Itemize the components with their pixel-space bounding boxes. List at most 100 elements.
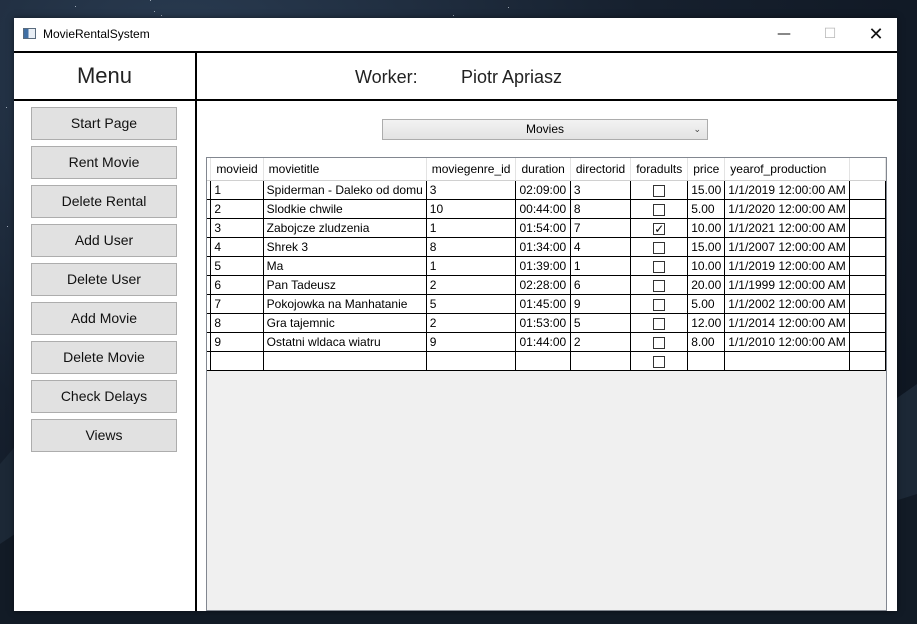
- new-row-placeholder[interactable]: [207, 351, 886, 371]
- cell-yearof-production[interactable]: [724, 351, 850, 371]
- cell-foradults[interactable]: [630, 256, 689, 276]
- cell-foradults[interactable]: [630, 275, 689, 295]
- cell-yearof-production[interactable]: 1/1/2002 12:00:00 AM: [724, 294, 850, 314]
- cell-duration[interactable]: 00:44:00: [515, 199, 571, 219]
- cell-duration[interactable]: 02:28:00: [515, 275, 571, 295]
- add-movie-button[interactable]: Add Movie: [31, 302, 177, 335]
- table-row[interactable]: 4 Shrek 3 8 01:34:00 4 15.00 1/1/2007 12:00:00…: [207, 237, 886, 257]
- cell-yearof-production[interactable]: 1/1/2021 12:00:00 AM: [724, 218, 850, 238]
- column-header-directorid[interactable]: directorid: [570, 158, 632, 181]
- foradults-checkbox[interactable]: ✓: [653, 222, 666, 235]
- cell-yearof-production[interactable]: 1/1/2019 12:00:00 AM: [724, 256, 850, 276]
- cell-moviegenre-id[interactable]: 1: [426, 256, 517, 276]
- column-header-duration[interactable]: duration: [515, 158, 571, 181]
- cell-duration[interactable]: 01:45:00: [515, 294, 571, 314]
- cell-duration[interactable]: 01:39:00: [515, 256, 571, 276]
- cell-directorid[interactable]: 2: [570, 332, 632, 352]
- cell-moviegenre-id[interactable]: 9: [426, 332, 517, 352]
- cell-movietitle[interactable]: Shrek 3: [263, 237, 427, 257]
- cell-directorid[interactable]: 5: [570, 313, 632, 333]
- cell-price[interactable]: 12.00: [687, 313, 726, 333]
- title-bar[interactable]: MovieRentalSystem — ☐ ✕: [14, 18, 897, 51]
- foradults-checkbox[interactable]: [653, 298, 666, 311]
- cell-yearof-production[interactable]: 1/1/2010 12:00:00 AM: [724, 332, 850, 352]
- cell-directorid[interactable]: 7: [570, 218, 632, 238]
- cell-foradults[interactable]: [630, 294, 689, 314]
- cell-duration[interactable]: 02:09:00: [515, 180, 571, 200]
- foradults-checkbox[interactable]: [653, 279, 666, 292]
- cell-movieid[interactable]: 9: [210, 332, 264, 352]
- cell-duration[interactable]: 01:44:00: [515, 332, 571, 352]
- cell-movieid[interactable]: 8: [210, 313, 264, 333]
- cell-foradults[interactable]: [630, 332, 689, 352]
- cell-moviegenre-id[interactable]: [426, 351, 517, 371]
- column-header-movieid[interactable]: movieid: [210, 158, 264, 181]
- cell-price[interactable]: 5.00: [687, 294, 726, 314]
- foradults-checkbox[interactable]: [653, 260, 666, 273]
- cell-price[interactable]: 8.00: [687, 332, 726, 352]
- table-row[interactable]: 2 Slodkie chwile 10 00:44:00 8 5.00 1/1/2020 1…: [207, 199, 886, 219]
- cell-duration[interactable]: 01:34:00: [515, 237, 571, 257]
- cell-moviegenre-id[interactable]: 8: [426, 237, 517, 257]
- cell-movieid[interactable]: 5: [210, 256, 264, 276]
- cell-movieid[interactable]: 7: [210, 294, 264, 314]
- delete-movie-button[interactable]: Delete Movie: [31, 341, 177, 374]
- table-row[interactable]: 1 Spiderman - Daleko od domu 3 02:09:00 3 15.…: [207, 180, 886, 200]
- cell-duration[interactable]: 01:54:00: [515, 218, 571, 238]
- cell-movietitle[interactable]: Slodkie chwile: [263, 199, 427, 219]
- column-header-movietitle[interactable]: movietitle: [263, 158, 427, 181]
- cell-directorid[interactable]: [570, 351, 632, 371]
- cell-directorid[interactable]: 9: [570, 294, 632, 314]
- add-user-button[interactable]: Add User: [31, 224, 177, 257]
- cell-movieid[interactable]: 1: [210, 180, 264, 200]
- cell-directorid[interactable]: 8: [570, 199, 632, 219]
- cell-movietitle[interactable]: [263, 351, 427, 371]
- movies-data-grid[interactable]: movieid movietitle moviegenre_id duratio…: [206, 157, 887, 611]
- cell-foradults[interactable]: ✓: [630, 218, 689, 238]
- cell-movieid[interactable]: 4: [210, 237, 264, 257]
- cell-duration[interactable]: 01:53:00: [515, 313, 571, 333]
- cell-yearof-production[interactable]: 1/1/2019 12:00:00 AM: [724, 180, 850, 200]
- cell-movietitle[interactable]: Pokojowka na Manhatanie: [263, 294, 427, 314]
- cell-price[interactable]: 15.00: [687, 237, 726, 257]
- table-row[interactable]: 7 Pokojowka na Manhatanie 5 01:45:00 9 5.00 1/…: [207, 294, 886, 314]
- check-delays-button[interactable]: Check Delays: [31, 380, 177, 413]
- table-row[interactable]: 9 Ostatni wldaca wiatru 9 01:44:00 2 8.00 1/1/…: [207, 332, 886, 352]
- rent-movie-button[interactable]: Rent Movie: [31, 146, 177, 179]
- table-row[interactable]: 3 Zabojcze zludzenia 1 01:54:00 7 ✓ 10.00 1/1/2…: [207, 218, 886, 238]
- cell-movieid[interactable]: [210, 351, 264, 371]
- cell-movieid[interactable]: 3: [210, 218, 264, 238]
- table-row[interactable]: 5 Ma 1 01:39:00 1 10.00 1/1/2019 12:00:00 AM: [207, 256, 886, 276]
- cell-foradults[interactable]: [630, 199, 689, 219]
- cell-price[interactable]: 5.00: [687, 199, 726, 219]
- foradults-checkbox[interactable]: [653, 241, 666, 254]
- foradults-checkbox[interactable]: [653, 336, 666, 349]
- cell-foradults[interactable]: [630, 313, 689, 333]
- cell-foradults[interactable]: [630, 237, 689, 257]
- table-select-dropdown[interactable]: Movies ⌄: [382, 119, 708, 140]
- maximize-button[interactable]: ☐: [807, 18, 853, 51]
- delete-rental-button[interactable]: Delete Rental: [31, 185, 177, 218]
- cell-price[interactable]: 15.00: [687, 180, 726, 200]
- start-page-button[interactable]: Start Page: [31, 107, 177, 140]
- cell-moviegenre-id[interactable]: 3: [426, 180, 517, 200]
- cell-moviegenre-id[interactable]: 10: [426, 199, 517, 219]
- cell-movietitle[interactable]: Zabojcze zludzenia: [263, 218, 427, 238]
- cell-moviegenre-id[interactable]: 5: [426, 294, 517, 314]
- close-button[interactable]: ✕: [853, 18, 899, 51]
- table-row[interactable]: 8 Gra tajemnic 2 01:53:00 5 12.00 1/1/2014 12:…: [207, 313, 886, 333]
- cell-duration[interactable]: [515, 351, 571, 371]
- column-header-foradults[interactable]: foradults: [630, 158, 689, 181]
- cell-price[interactable]: 10.00: [687, 256, 726, 276]
- cell-moviegenre-id[interactable]: 2: [426, 275, 517, 295]
- cell-price[interactable]: 10.00: [687, 218, 726, 238]
- cell-foradults[interactable]: [630, 351, 689, 371]
- minimize-button[interactable]: —: [761, 18, 807, 51]
- table-row[interactable]: 6 Pan Tadeusz 2 02:28:00 6 20.00 1/1/1999 12:0…: [207, 275, 886, 295]
- foradults-checkbox[interactable]: [653, 184, 666, 197]
- cell-movieid[interactable]: 6: [210, 275, 264, 295]
- cell-yearof-production[interactable]: 1/1/2007 12:00:00 AM: [724, 237, 850, 257]
- views-button[interactable]: Views: [31, 419, 177, 452]
- delete-user-button[interactable]: Delete User: [31, 263, 177, 296]
- column-header-price[interactable]: price: [687, 158, 726, 181]
